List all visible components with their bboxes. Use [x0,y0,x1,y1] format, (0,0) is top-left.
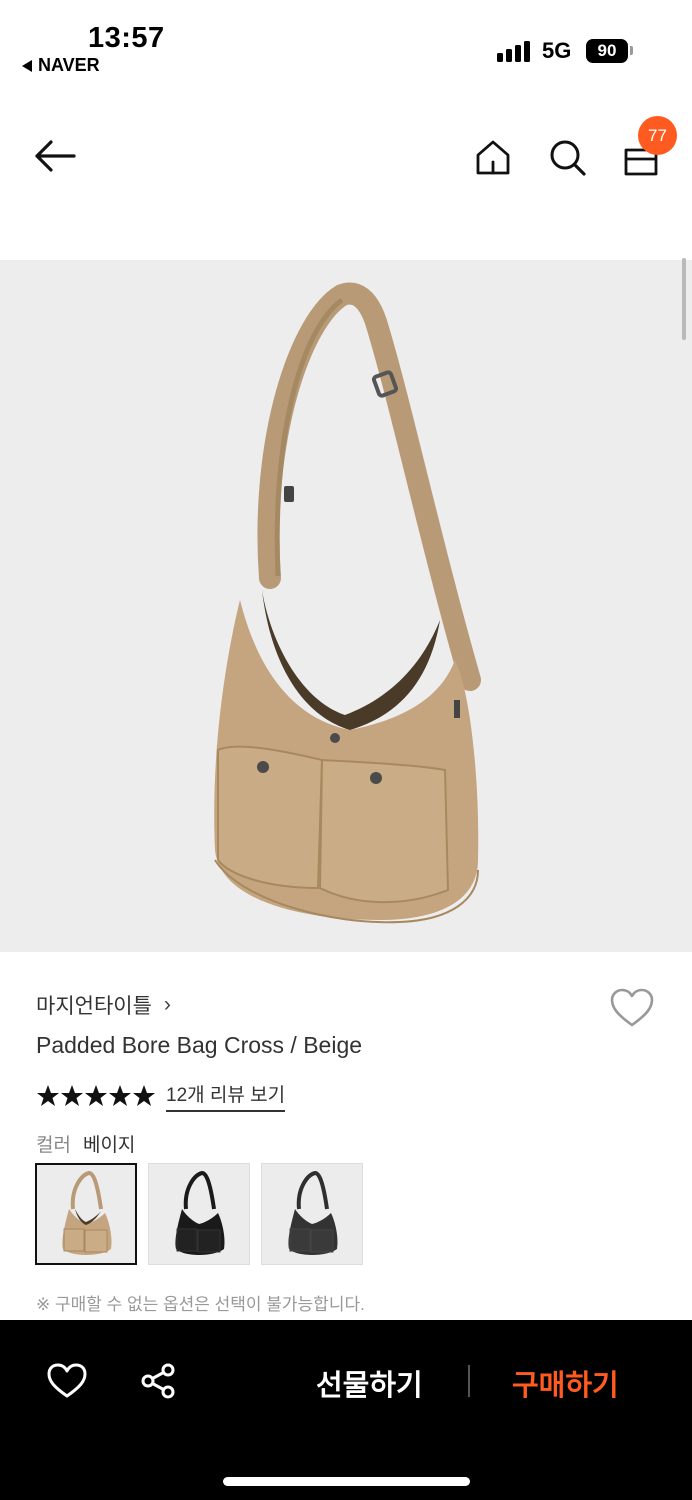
status-bar: 13:57 NAVER 5G 90 [0,0,692,90]
heart-icon[interactable] [44,1360,90,1402]
brand-link[interactable]: 마지언타이틀 › [36,990,171,1020]
gift-button[interactable]: 선물하기 [316,1362,423,1404]
cart-count-badge: 77 [638,116,677,155]
color-label: 컬러 [36,1135,71,1156]
bag-thumbnail-charcoal [288,1170,338,1255]
product-image[interactable] [0,260,692,952]
battery-icon: 90 [586,39,628,63]
swatch-charcoal[interactable] [261,1163,363,1265]
action-divider [468,1365,470,1397]
color-option-row: 컬러 베이지 [36,1130,135,1157]
arrow-left-icon[interactable] [30,136,80,176]
wishlist-heart-icon[interactable] [610,988,654,1033]
buy-button[interactable]: 구매하기 [512,1362,619,1404]
scrollbar[interactable] [682,258,686,340]
network-type: 5G [542,38,572,63]
color-swatches [35,1163,363,1265]
color-value: 베이지 [82,1135,136,1156]
battery-level: 90 [597,41,617,60]
battery-tip [630,46,633,55]
brand-name: 마지언타이틀 [36,995,152,1018]
home-indicator[interactable] [223,1477,470,1486]
bag-thumbnail-black [175,1170,225,1255]
search-icon[interactable] [545,136,589,178]
star-icons [37,1085,155,1106]
back-triangle-icon [22,59,32,72]
bag-thumbnail-beige [62,1170,112,1255]
share-icon[interactable] [136,1360,180,1402]
home-icon[interactable] [472,136,514,178]
review-link[interactable]: 12개 리뷰 보기 [166,1080,286,1112]
star-rating [36,1084,156,1108]
bottom-action-bar [0,1320,692,1500]
swatch-black[interactable] [148,1163,250,1265]
product-name: Padded Bore Bag Cross / Beige [36,1032,363,1058]
back-to-app-link[interactable]: NAVER [22,55,100,76]
rating-row: 12개 리뷰 보기 [36,1080,286,1112]
status-time: 13:57 [88,22,165,54]
chevron-right-icon: › [163,993,171,1016]
bag-illustration [214,282,481,924]
swatch-beige[interactable] [35,1163,137,1265]
back-app-label: NAVER [38,55,100,75]
cellular-signal-icon [497,40,530,62]
option-notice: ※ 구매할 수 없는 옵션은 선택이 불가능합니다. [36,1295,365,1314]
